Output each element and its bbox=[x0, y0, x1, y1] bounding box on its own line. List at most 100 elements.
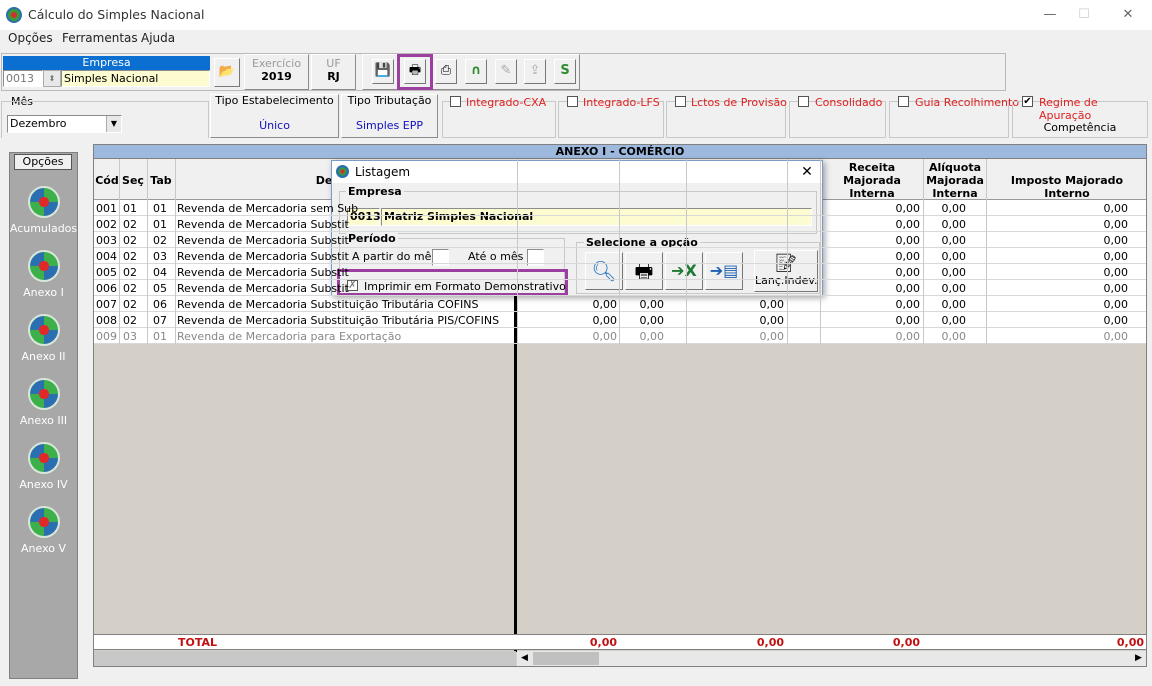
header-sec[interactable]: Seç bbox=[120, 174, 146, 187]
close-button[interactable]: ✕ bbox=[1106, 3, 1150, 27]
cell-cod: 001 bbox=[96, 202, 117, 215]
total-value-2: 0,00 bbox=[756, 636, 784, 649]
print-button[interactable]: 🖶 bbox=[404, 59, 426, 84]
tool-button-disabled[interactable]: ✎ bbox=[495, 59, 517, 84]
column-splitter[interactable] bbox=[514, 296, 517, 652]
sidebar-item-anexo-iv[interactable]: Anexo IV bbox=[9, 442, 78, 491]
cell-desc: Revenda de Mercadoria Substituição Tribu… bbox=[177, 298, 479, 311]
cell-cod: 002 bbox=[96, 218, 117, 231]
grid-column-line bbox=[787, 159, 788, 344]
sidebar-item-acumulados[interactable]: Acumulados bbox=[9, 186, 78, 235]
cell-c3: 0,00 bbox=[759, 298, 785, 311]
scroll-left-icon[interactable]: ◀ bbox=[518, 652, 531, 665]
cell-desc: Revenda de Mercadoria Substit bbox=[177, 282, 349, 295]
menu-ajuda[interactable]: Ajuda bbox=[141, 31, 175, 45]
integrado-lfs-label: Integrado-LFS bbox=[583, 96, 660, 109]
globe-icon bbox=[27, 186, 60, 218]
cell-cod: 006 bbox=[96, 282, 117, 295]
guia-recolhimento-checkbox[interactable] bbox=[898, 96, 909, 107]
open-folder-button[interactable]: 📂 bbox=[214, 58, 240, 87]
sidebar-item-anexo-iii[interactable]: Anexo III bbox=[9, 378, 78, 427]
lock-button[interactable]: ∩ bbox=[465, 59, 487, 84]
cell-cod: 004 bbox=[96, 250, 117, 263]
mes-select[interactable]: Dezembro bbox=[7, 115, 122, 133]
exercicio-value[interactable]: 2019 bbox=[244, 70, 309, 83]
floppy-icon: 💾 bbox=[374, 63, 392, 78]
globe-icon bbox=[27, 250, 60, 282]
cell-cod: 005 bbox=[96, 266, 117, 279]
grid-column-line bbox=[175, 159, 176, 344]
dialog-close-button[interactable]: ✕ bbox=[796, 163, 818, 181]
cell-imp: 0,00 bbox=[1103, 202, 1129, 215]
tipo-trib-value[interactable]: Simples EPP bbox=[341, 119, 438, 132]
empresa-name-field[interactable]: Simples Nacional bbox=[61, 70, 210, 87]
regime-label: Regime de Apuração bbox=[1039, 96, 1098, 122]
cell-rec: 0,00 bbox=[895, 298, 921, 311]
header-cod[interactable]: Cód bbox=[95, 174, 119, 187]
maximize-button[interactable]: ☐ bbox=[1062, 3, 1106, 27]
tipo-trib-label: Tipo Tributação bbox=[347, 94, 432, 107]
scroll-thumb[interactable] bbox=[533, 652, 599, 665]
chevron-down-icon[interactable]: ▼ bbox=[106, 116, 121, 132]
cell-cod: 007 bbox=[96, 298, 117, 311]
folder-icon: 📂 bbox=[218, 64, 236, 79]
grid-column-line bbox=[923, 159, 924, 344]
exercicio-label: Exercício bbox=[251, 57, 302, 70]
integrado-lfs-checkbox[interactable] bbox=[567, 96, 578, 107]
tipo-estab-label: Tipo Estabelecimento bbox=[215, 94, 334, 107]
sidebar-item-anexo-v[interactable]: Anexo V bbox=[9, 506, 78, 555]
header-tab[interactable]: Tab bbox=[148, 174, 174, 187]
guia-recolhimento-label: Guia Recolhimento bbox=[915, 96, 1020, 109]
cell-c2: 0,00 bbox=[639, 314, 665, 327]
consolidado-checkbox[interactable] bbox=[798, 96, 809, 107]
print-report-button[interactable]: ⎙ bbox=[435, 59, 457, 84]
globe-icon bbox=[27, 506, 60, 538]
integrado-cxa-checkbox[interactable] bbox=[450, 96, 461, 107]
cell-c3: 0,00 bbox=[759, 330, 785, 343]
cell-tab: 01 bbox=[153, 202, 167, 215]
header-receita[interactable]: Receita Majorada Interna bbox=[822, 161, 922, 200]
cell-c2: 0,00 bbox=[639, 298, 665, 311]
lctos-provisao-checkbox[interactable] bbox=[675, 96, 686, 107]
dialog-app-icon bbox=[336, 165, 349, 178]
cell-c2: 0,00 bbox=[639, 330, 665, 343]
grid-scroll-left-area bbox=[94, 651, 516, 666]
sidebar-item-anexo-ii[interactable]: Anexo II bbox=[9, 314, 78, 363]
scroll-right-icon[interactable]: ▶ bbox=[1132, 652, 1145, 665]
regime-checkbox[interactable]: ✔ bbox=[1022, 96, 1033, 107]
lctos-provisao-label: Lctos de Provisão bbox=[691, 96, 787, 109]
header-imposto[interactable]: Imposto Majorado Interno bbox=[988, 174, 1146, 200]
cell-ali: 0,00 bbox=[941, 282, 967, 295]
globe-icon bbox=[27, 378, 60, 410]
total-value-3: 0,00 bbox=[892, 636, 920, 649]
cell-tab: 02 bbox=[153, 234, 167, 247]
cell-ali: 0,00 bbox=[941, 314, 967, 327]
cell-imp: 0,00 bbox=[1103, 250, 1129, 263]
sidebar-item-anexo-i[interactable]: Anexo I bbox=[9, 250, 78, 299]
export-button-disabled[interactable]: ⇪ bbox=[524, 59, 546, 84]
grid-column-line bbox=[986, 159, 987, 344]
refresh-button[interactable]: S bbox=[554, 59, 576, 84]
cell-sec: 01 bbox=[123, 202, 137, 215]
cell-sec: 02 bbox=[123, 266, 137, 279]
empresa-spin-icon[interactable]: ⬍ bbox=[43, 70, 61, 87]
grid-column-line bbox=[619, 159, 620, 344]
cell-imp: 0,00 bbox=[1103, 298, 1129, 311]
cell-sec: 02 bbox=[123, 282, 137, 295]
cell-imp: 0,00 bbox=[1103, 234, 1129, 247]
empresa-code-field[interactable]: 0013 bbox=[3, 70, 43, 87]
menu-ferramentas[interactable]: Ferramentas bbox=[62, 31, 138, 45]
cell-sec: 02 bbox=[123, 234, 137, 247]
dialog-title: Listagem bbox=[355, 165, 411, 179]
cell-rec: 0,00 bbox=[895, 314, 921, 327]
dialog-empresa-label: Empresa bbox=[346, 185, 404, 198]
header-aliquota[interactable]: Alíquota Majorada Interna bbox=[925, 161, 985, 200]
total-label: TOTAL bbox=[178, 636, 218, 649]
menu-opcoes[interactable]: Opções bbox=[8, 31, 53, 45]
tipo-estab-value[interactable]: Único bbox=[210, 119, 339, 132]
save-button[interactable]: 💾 bbox=[372, 59, 394, 84]
uf-label: UF bbox=[326, 57, 341, 70]
horizontal-scrollbar[interactable] bbox=[517, 651, 1146, 666]
cell-ali: 0,00 bbox=[941, 298, 967, 311]
cell-desc: Revenda de Mercadoria para Exportação bbox=[177, 330, 402, 343]
